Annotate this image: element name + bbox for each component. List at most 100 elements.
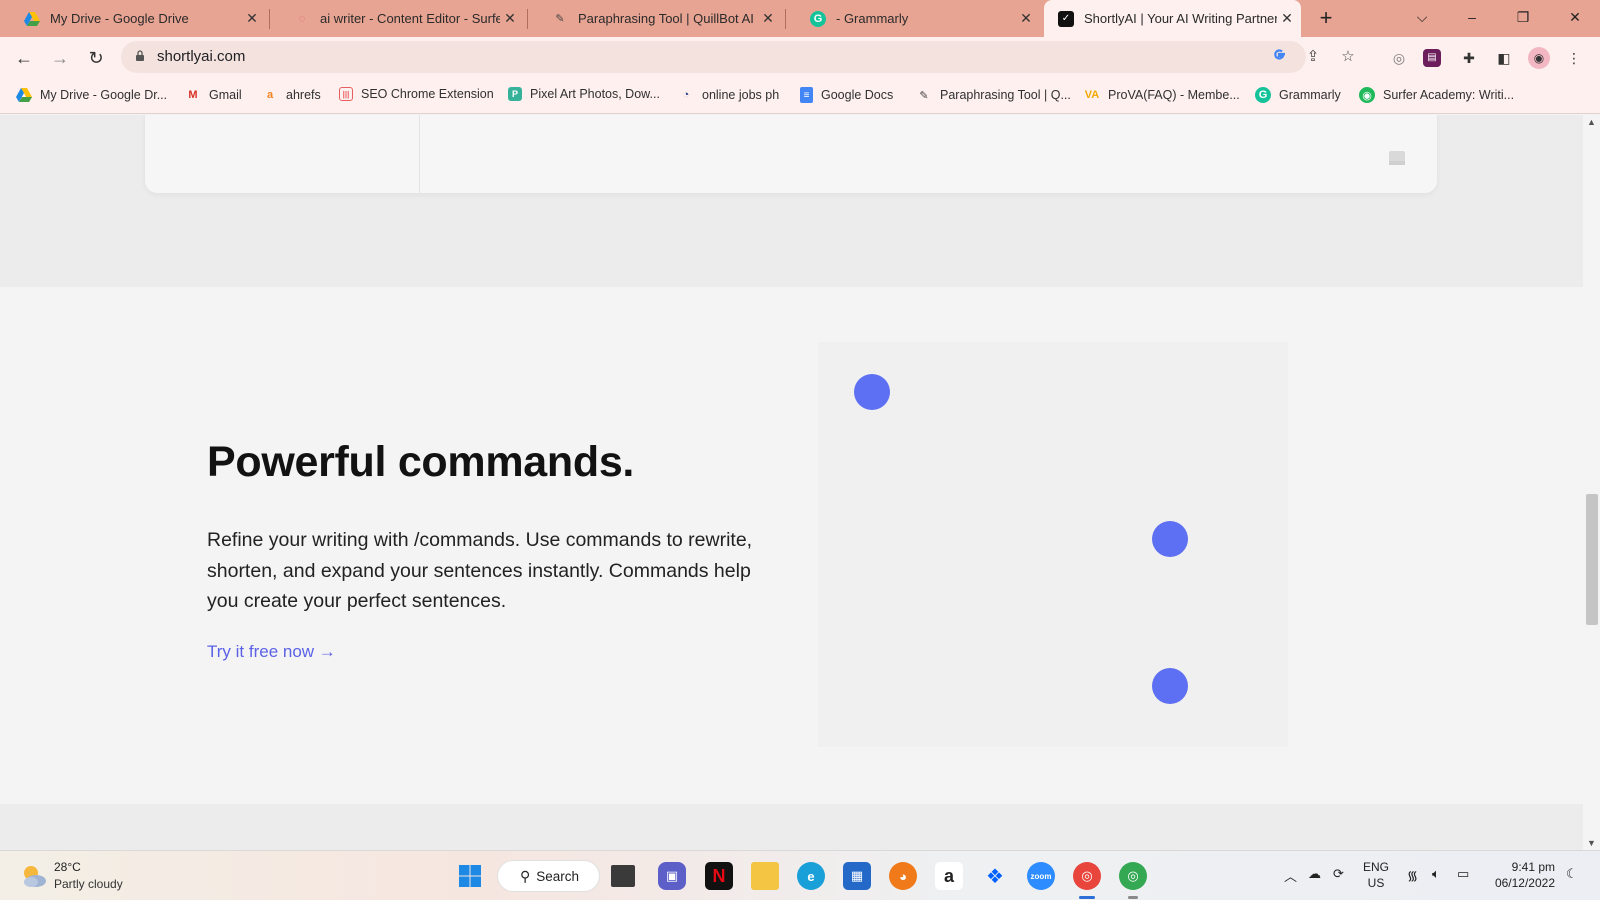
more-menu-icon[interactable]: ⋮ xyxy=(1563,47,1585,69)
tab-shortlyai[interactable]: ✓ ShortlyAI | Your AI Writing Partner ✕ xyxy=(1044,0,1301,37)
address-bar[interactable]: shortlyai.com ⇪ ☆ xyxy=(121,41,1355,73)
bookmark-pixel-art[interactable]: P Pixel Art Photos, Dow... xyxy=(508,87,660,101)
online-jobs-icon: ◔ xyxy=(682,89,690,101)
new-tab-button[interactable]: + xyxy=(1313,6,1339,32)
close-icon[interactable]: ✕ xyxy=(758,10,778,27)
bookmark-label: ahrefs xyxy=(286,88,321,102)
window-close-icon[interactable]: ✕ xyxy=(1550,0,1600,37)
bookmark-label: online jobs ph xyxy=(702,88,780,102)
input-language-indicator[interactable]: ENG US xyxy=(1363,859,1389,891)
close-icon[interactable]: ✕ xyxy=(1277,10,1297,27)
minimize-icon[interactable]: – xyxy=(1447,0,1497,37)
firefox-icon[interactable]: ◕ xyxy=(889,862,917,890)
commands-animation-area xyxy=(818,342,1288,747)
bookmarks-bar: My Drive - Google Dr... M Gmail a ahrefs… xyxy=(0,78,1600,114)
edge-icon[interactable]: e xyxy=(797,862,825,890)
close-icon[interactable]: ✕ xyxy=(1016,10,1036,27)
tab-surfer[interactable]: ◌ ai writer - Content Editor - Surfer ✕ xyxy=(270,0,528,37)
bookmark-label: Pixel Art Photos, Dow... xyxy=(530,87,660,101)
tab-google-drive[interactable]: My Drive - Google Drive ✕ xyxy=(0,0,270,37)
profile-avatar[interactable]: ◉ xyxy=(1528,47,1550,69)
task-view-icon[interactable] xyxy=(611,865,635,887)
bookmark-quillbot[interactable]: ✎ Paraphrasing Tool | Q... xyxy=(916,87,1070,103)
bookmark-surfer-academy[interactable]: ◉ Surfer Academy: Writi... xyxy=(1359,87,1514,103)
file-explorer-icon[interactable] xyxy=(751,862,779,890)
running-app-indicator xyxy=(1128,896,1138,899)
partly-cloudy-icon[interactable] xyxy=(20,862,48,890)
tab-strip: My Drive - Google Drive ✕ ◌ ai writer - … xyxy=(0,0,1600,37)
clock-date: 06/12/2022 xyxy=(1494,876,1555,890)
reload-icon[interactable]: ↻ xyxy=(81,43,111,73)
system-clock[interactable]: 9:41 pm 06/12/2022 xyxy=(1485,859,1555,891)
scroll-up-arrow-icon[interactable]: ▲ xyxy=(1583,115,1600,129)
animation-dot xyxy=(1152,521,1188,557)
tab-title: - Grammarly xyxy=(836,11,909,26)
scrollbar-thumb[interactable] xyxy=(1586,494,1598,625)
microsoft-store-icon[interactable]: ▦ xyxy=(843,862,871,890)
tab-grammarly[interactable]: G - Grammarly ✕ xyxy=(786,0,1044,37)
share-icon[interactable]: ⇪ xyxy=(1303,47,1323,67)
bookmark-google-docs[interactable]: ≡ Google Docs xyxy=(800,87,893,103)
tab-search-chevron-icon[interactable]: ⌵ xyxy=(1397,0,1447,37)
try-free-link[interactable]: Try it free now → xyxy=(207,642,336,662)
notifications-moon-icon[interactable]: ☾ xyxy=(1566,866,1578,882)
google-lens-icon[interactable] xyxy=(1269,47,1289,67)
back-arrow-icon[interactable]: ← xyxy=(9,43,39,73)
bookmark-prova[interactable]: VA ProVA(FAQ) - Membe... xyxy=(1084,87,1240,103)
windows-taskbar: 28°C Partly cloudy ⚲ Search ▣ N e ▦ ◕ a … xyxy=(0,850,1600,900)
show-hidden-icons-chevron-icon[interactable]: ︿ xyxy=(1284,866,1297,885)
taskbar-search-button[interactable]: ⚲ Search xyxy=(497,860,600,892)
scroll-down-arrow-icon[interactable]: ▼ xyxy=(1583,836,1600,850)
weather-description[interactable]: Partly cloudy xyxy=(54,877,123,891)
region-code: US xyxy=(1367,876,1385,890)
section-description: Refine your writing with /commands. Use … xyxy=(207,529,753,612)
bookmark-online-jobs[interactable]: ◔ online jobs ph xyxy=(678,87,779,103)
quillbot-icon: ✎ xyxy=(555,13,565,25)
editor-preview-card xyxy=(145,115,1437,193)
grammarly-icon: G xyxy=(810,10,826,27)
document-icon xyxy=(1389,151,1405,165)
grammarly-extension-icon[interactable]: ◎ xyxy=(1388,47,1410,69)
bookmark-seo-extension[interactable]: ||| SEO Chrome Extension xyxy=(339,87,494,101)
amazon-icon[interactable]: a xyxy=(935,862,963,890)
animation-dot xyxy=(854,374,890,410)
close-icon[interactable]: ✕ xyxy=(500,10,520,27)
weather-temperature[interactable]: 28°C xyxy=(54,860,81,874)
chrome-profile-icon[interactable]: ◎ xyxy=(1119,862,1147,890)
bookmark-label: Grammarly xyxy=(1279,88,1341,102)
gmail-icon: M xyxy=(188,89,198,101)
seo-extension-icon: ||| xyxy=(339,87,353,101)
section-headline: Powerful commands. xyxy=(207,438,635,486)
surfer-icon: ◌ xyxy=(298,12,306,25)
onedrive-cloud-icon[interactable]: ☁ xyxy=(1308,866,1321,882)
chrome-icon[interactable]: ◎ xyxy=(1073,862,1101,890)
sync-icon[interactable]: ⟳ xyxy=(1333,866,1344,882)
bookmark-google-drive[interactable]: My Drive - Google Dr... xyxy=(16,87,167,103)
zoom-icon[interactable]: zoom xyxy=(1027,862,1055,890)
puzzle-extensions-icon[interactable]: ✚ xyxy=(1458,47,1480,69)
browser-toolbar: ← → ↻ shortlyai.com ⇪ ☆ ◎ ▤ ✚ ◧ ◉ ⋮ xyxy=(0,37,1600,78)
bookmark-grammarly[interactable]: G Grammarly xyxy=(1255,87,1341,103)
tab-quillbot[interactable]: ✎ Paraphrasing Tool | QuillBot AI ✕ xyxy=(528,0,786,37)
language-code: ENG xyxy=(1363,860,1390,874)
wifi-icon[interactable]: ᯾ xyxy=(1407,866,1418,884)
battery-icon[interactable]: ▭ xyxy=(1457,866,1469,882)
page-scrollbar[interactable]: ▲ ▼ xyxy=(1583,115,1600,850)
restore-icon[interactable]: ❐ xyxy=(1498,0,1548,37)
dropbox-icon[interactable]: ❖ xyxy=(981,862,1009,890)
url-text[interactable]: shortlyai.com xyxy=(157,48,245,65)
volume-icon[interactable]: 🔈︎ xyxy=(1432,866,1440,882)
side-panel-icon[interactable]: ◧ xyxy=(1493,47,1515,69)
bookmark-label: My Drive - Google Dr... xyxy=(40,88,168,102)
bookmark-ahrefs[interactable]: a ahrefs xyxy=(262,87,321,103)
netflix-icon[interactable]: N xyxy=(705,862,733,890)
extension-icon[interactable]: ▤ xyxy=(1423,49,1441,67)
teams-chat-icon[interactable]: ▣ xyxy=(658,862,686,890)
bookmark-star-icon[interactable]: ☆ xyxy=(1338,47,1358,67)
prova-icon: VA xyxy=(1084,89,1100,101)
bookmark-gmail[interactable]: M Gmail xyxy=(185,87,241,103)
forward-arrow-icon[interactable]: → xyxy=(45,43,75,73)
ahrefs-icon: a xyxy=(266,89,274,101)
windows-start-icon[interactable] xyxy=(456,862,484,890)
close-icon[interactable]: ✕ xyxy=(242,10,262,27)
